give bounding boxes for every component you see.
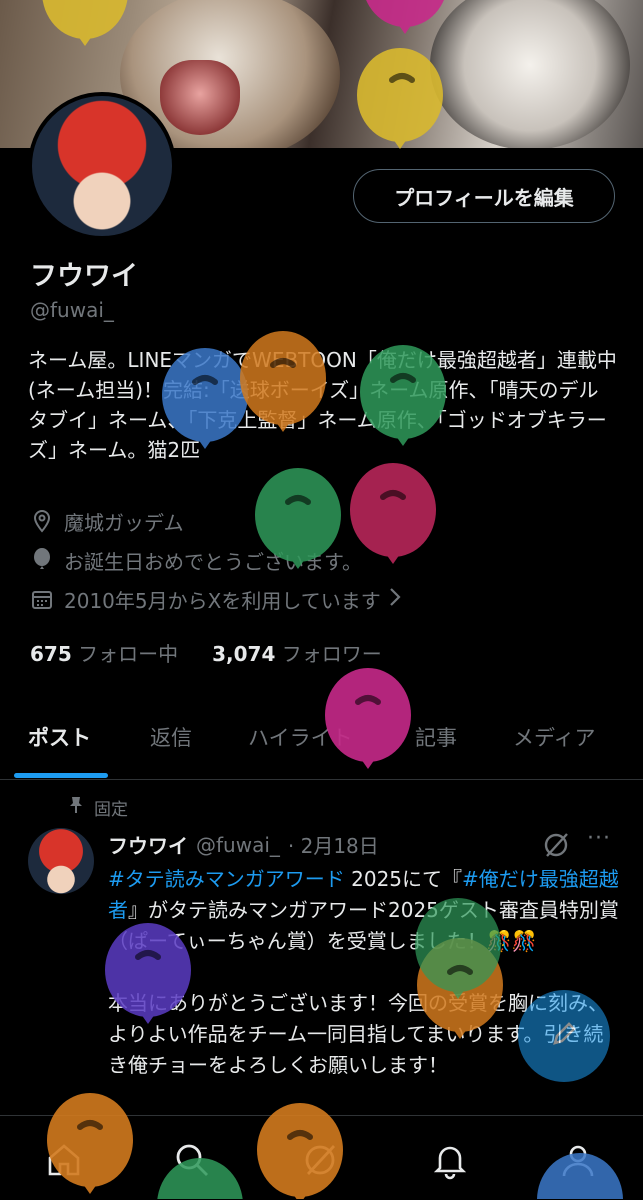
balloon [357,48,443,149]
balloon [255,468,341,569]
balloon [162,348,248,449]
balloon [105,923,191,1024]
balloon [257,1103,343,1199]
balloon [360,345,446,446]
birthday-balloons-overlay [42,0,623,1199]
balloon [240,331,326,432]
balloon [157,1158,243,1199]
balloon [325,668,411,769]
balloon [42,0,128,46]
balloon [47,1093,133,1194]
balloon [350,463,436,564]
balloon [362,0,448,34]
balloon [537,1153,623,1199]
